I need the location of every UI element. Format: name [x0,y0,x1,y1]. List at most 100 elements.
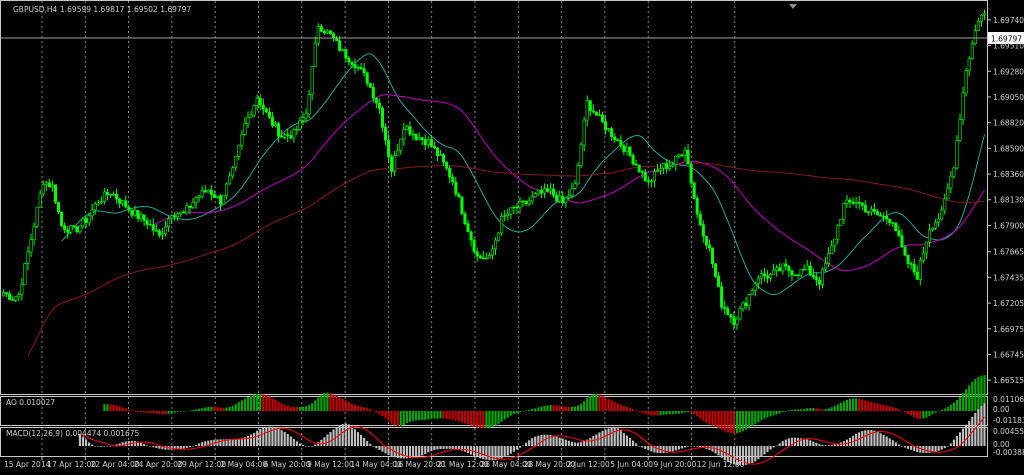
macd-bar [515,446,518,450]
macd-bar [534,436,537,446]
candle-body [808,265,812,276]
macd-bar [525,442,528,446]
candle-body [44,182,48,185]
candle-body [29,239,33,253]
macd-bar [711,446,714,452]
ao-bar [925,411,928,418]
candle-body [151,224,155,231]
candle-body [576,165,580,185]
chart-canvas[interactable]: 1.69797 GBPUSD,H4 1.69599 1.69817 1.6950… [0,0,1024,471]
candle-body [478,255,482,259]
candle-body [976,21,980,32]
time-axis: 15 Apr 201417 Apr 12:0022 Apr 04:0024 Ap… [4,456,745,469]
macd-bar [940,446,943,450]
main-price-panel[interactable] [0,0,988,395]
ao-bar [732,411,735,434]
ao-bar [580,403,583,411]
candle-body [625,147,629,152]
ao-bar [769,411,772,417]
candle-body [518,201,522,208]
ao-bar [741,411,745,432]
ao-bar [873,402,876,411]
ao-bar [790,409,794,411]
ao-bar [213,406,216,411]
macd-bar [427,446,430,453]
ao-bar [796,409,800,411]
candle-body [640,171,644,173]
price-tick-label: 1.68360 [993,170,1024,179]
candle-body [668,165,672,169]
ao-bar [821,409,824,411]
candle-body [817,279,821,285]
ao-bar [778,411,781,414]
candle-body [781,263,785,272]
candle-body [105,191,109,195]
time-tick-label: 6 May 20:00 [264,460,311,469]
ao-bar [656,411,659,416]
ao-bar [482,411,485,429]
ao-bar [589,395,592,411]
candle-body [497,232,501,241]
candle-body [420,137,424,140]
ao-bar [784,411,787,412]
candle-body [769,274,773,279]
macd-bar [772,446,775,448]
macd-bar [628,437,632,446]
candle-body [500,215,504,234]
macd-bar [188,446,192,448]
macd-bar [253,432,256,446]
ao-bar [207,406,210,411]
candle-body [301,117,305,121]
ao-bar [112,404,115,411]
ao-bar [356,405,360,411]
macd-bar [274,427,277,446]
candle-body [689,163,693,184]
candle-body [426,139,430,145]
macd-bar [674,446,677,451]
price-tick-label: 1.66975 [993,325,1024,334]
macd-bar [320,439,323,446]
macd-bar [88,442,91,446]
candle-body [494,239,498,250]
ao-bar [173,411,176,413]
macd-bar [430,446,433,452]
candle-body [41,184,45,195]
candle-body [414,133,418,140]
candle-body [57,202,61,213]
candle-body [484,257,488,260]
macd-bar [219,439,222,446]
macd-bar [292,438,295,446]
macd-bar [347,424,350,446]
candle-body [14,296,18,301]
macd-bar [185,446,188,448]
macd-bar [100,446,103,447]
candle-body [78,225,82,232]
ao-bar [671,411,674,415]
macd-bar [246,436,250,446]
ao-bar [668,411,671,415]
candle-body [964,70,968,94]
candle-body [720,286,724,308]
candle-body [243,123,247,135]
candle-body [87,215,91,223]
ao-bar [653,411,656,416]
ao-bar [268,396,271,411]
ao-bar [726,411,729,433]
ao-bar [760,411,763,421]
candle-body [231,167,235,177]
ao-panel[interactable] [0,396,988,426]
macd-bar [201,442,204,446]
price-tick-label: 1.69740 [993,16,1024,25]
candle-body [717,276,721,287]
candle-body [619,139,623,146]
ao-bar [561,406,564,411]
candle-body [961,92,965,120]
ao-bar [418,411,421,421]
ao-bar [845,399,849,411]
candle-body [662,163,666,169]
candle-body [744,302,748,306]
candle-body [613,136,617,141]
macd-bar [503,446,506,458]
time-tick-label: 9 May 12:00 [307,460,354,469]
macd-panel[interactable] [0,427,988,457]
